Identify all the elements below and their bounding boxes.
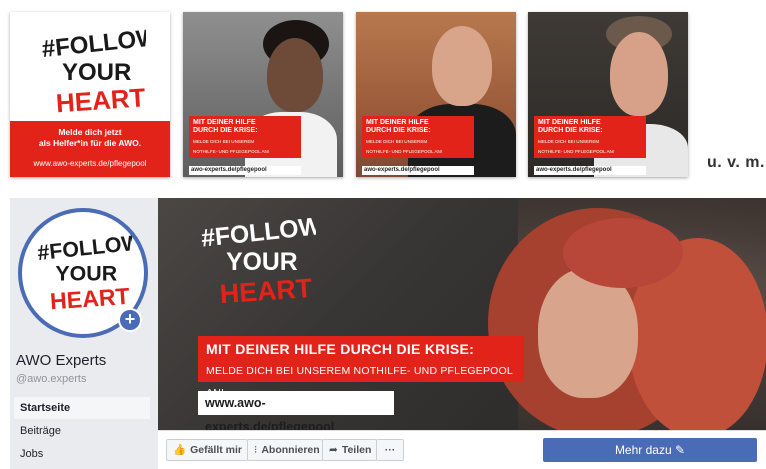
cta-label: Mehr dazu (614, 443, 672, 457)
tile-headline-1: MIT DEINER HILFE (366, 119, 429, 126)
fb-sidebar: #FOLLOW YOUR HEART + AWO Experts @awo.ex… (10, 198, 158, 469)
follow-your-heart-logo: #FOLLOW YOUR HEART (200, 213, 316, 308)
follow-your-heart-logo: #FOLLOW YOUR HEART (41, 24, 146, 117)
more-label: u. v. m. (707, 154, 765, 171)
cover-url: www.awo-experts.de/pflegepool (198, 391, 394, 430)
nav-item-startseite[interactable]: Startseite (14, 397, 150, 419)
tile-headline-2: DURCH DIE KRISE: (538, 127, 603, 134)
tile-url: awo-experts.de/pflegepool (534, 166, 646, 175)
follow-your-heart-logo: #FOLLOW YOUR HEART (36, 230, 132, 315)
tile-headline-2: DURCH DIE KRISE: (366, 127, 431, 134)
nav-item-jobs[interactable]: Jobs (14, 443, 150, 465)
caption-url: www.awo-experts.de/pflegepool (33, 159, 147, 168)
tile-banner: MIT DEINER HILFE DURCH DIE KRISE: MELDE … (362, 116, 474, 158)
page-name[interactable]: AWO Experts (16, 352, 106, 369)
cover-photo: #FOLLOW YOUR HEART MIT DEINER HILFE DURC… (158, 198, 766, 430)
plus-icon[interactable]: + (118, 308, 142, 332)
tile-headline-1: MIT DEINER HILFE (538, 119, 601, 126)
photo-tile-2: MIT DEINER HILFE DURCH DIE KRISE: MELDE … (356, 12, 516, 177)
cover-headline: MIT DEINER HILFE DURCH DIE KRISE: (198, 336, 524, 362)
subscribe-label: Abonnieren (261, 444, 320, 456)
person-face (610, 32, 668, 116)
tile-banner: MIT DEINER HILFE DURCH DIE KRISE: MELDE … (534, 116, 646, 158)
caption-line-1: Melde dich jetzt (58, 127, 122, 137)
logo-line-2: YOUR (62, 59, 131, 86)
cover-subline: MELDE DICH BEI UNSEREM NOTHILFE- UND PFL… (198, 360, 524, 399)
caption-line-2: als Helfer*in für die AWO. (38, 138, 142, 148)
tile-url: awo-experts.de/pflegepool (189, 166, 301, 175)
tile-sub-1: MELDE DICH BEI UNSEREM (193, 139, 255, 144)
logo-line-2: YOUR (55, 261, 117, 285)
tile-sub-1: MELDE DICH BEI UNSEREM (538, 139, 600, 144)
pencil-icon: ✎ (674, 443, 686, 457)
like-button[interactable]: 👍 Gefällt mir (166, 439, 248, 461)
share-label: Teilen (341, 444, 372, 456)
photo-tile-1: MIT DEINER HILFE DURCH DIE KRISE: MELDE … (183, 12, 343, 177)
page-handle: @awo.experts (16, 373, 87, 385)
tile-sub-2: NOTHILFE- UND PFLEGEPOOL AN! (193, 149, 270, 154)
tile-headline-2: DURCH DIE KRISE: (193, 127, 258, 134)
logo-line-2: YOUR (226, 249, 298, 276)
page-action-bar: 👍 Gefällt mir ⁝ Abonnieren ➦ Teilen ··· Meh… (158, 430, 766, 469)
logo-line-3: HEART (49, 283, 130, 315)
subscribe-button[interactable]: ⁝ Abonnieren (247, 439, 323, 461)
more-options-button[interactable]: ··· (376, 439, 404, 461)
rss-icon: ⁝ (254, 444, 258, 456)
photo-tile-3: MIT DEINER HILFE DURCH DIE KRISE: MELDE … (528, 12, 688, 177)
share-arrow-icon: ➦ (329, 444, 338, 456)
person-face (432, 26, 492, 106)
logo-tile-caption: Melde dich jetzt als Helfer*in für die A… (10, 121, 170, 177)
person-face (267, 38, 323, 112)
logo-line-3: HEART (219, 273, 314, 308)
cover-hair-top (563, 218, 683, 288)
nav-item-beitraege[interactable]: Beiträge (14, 420, 150, 442)
campaign-overview: #FOLLOW YOUR HEART Melde dich jetzt als … (0, 0, 766, 469)
tile-sub-2: NOTHILFE- UND PFLEGEPOOL AN! (538, 149, 615, 154)
tile-sub-2: NOTHILFE- UND PFLEGEPOOL AN! (366, 149, 443, 154)
thumbs-up-icon: 👍 (173, 444, 187, 456)
like-label: Gefällt mir (190, 444, 243, 456)
logo-line-1: #FOLLOW (200, 213, 316, 253)
share-button[interactable]: ➦ Teilen (322, 439, 377, 461)
learn-more-button[interactable]: Mehr dazu ✎ (543, 438, 757, 462)
tile-banner: MIT DEINER HILFE DURCH DIE KRISE: MELDE … (189, 116, 301, 158)
tile-url: awo-experts.de/pflegepool (362, 166, 474, 175)
tile-headline-1: MIT DEINER HILFE (193, 119, 256, 126)
logo-tile: #FOLLOW YOUR HEART Melde dich jetzt als … (10, 12, 170, 177)
tile-sub-1: MELDE DICH BEI UNSEREM (366, 139, 428, 144)
logo-line-1: #FOLLOW (41, 24, 146, 63)
logo-line-3: HEART (55, 82, 146, 117)
logo-line-1: #FOLLOW (36, 230, 132, 265)
facebook-page: #FOLLOW YOUR HEART + AWO Experts @awo.ex… (10, 198, 766, 469)
